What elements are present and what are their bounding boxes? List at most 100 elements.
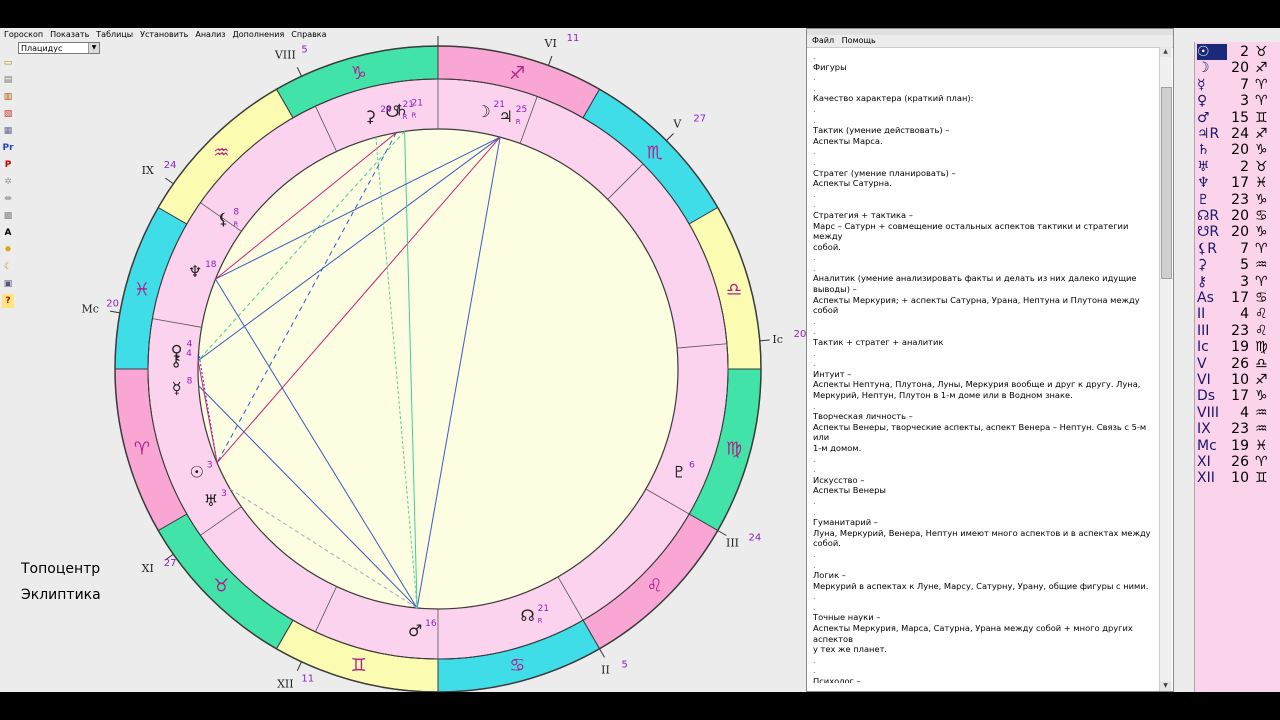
scroll-down-icon[interactable]: ▼ (1160, 681, 1171, 691)
text-line: . (813, 252, 816, 263)
text-line: . (813, 400, 816, 411)
scroll-up-icon[interactable]: ▲ (1160, 47, 1171, 57)
planet-sign: ♉ (1255, 44, 1268, 60)
planet-table-row[interactable]: ♀ 3 ♈ (1195, 93, 1280, 109)
planet-sign: ♈ (1255, 76, 1268, 93)
planet-glyph: ⚷ (1197, 273, 1208, 290)
chart-planet-glyph[interactable]: ☉ (190, 462, 204, 481)
planet-table-row[interactable]: Mc 19 ♓ (1195, 438, 1280, 454)
planet-table-row[interactable]: ♅ 2 ♉ (1195, 159, 1280, 175)
chart-planet-glyph[interactable]: ☿ (172, 378, 182, 397)
text-line: Интуит – (813, 368, 852, 379)
cusp-tick (666, 133, 674, 141)
planet-table-row[interactable]: ☊R 20 ♋ (1195, 208, 1280, 224)
chart-planet-degree: 24 (380, 105, 392, 115)
zodiac-sign-glyph: ♋ (509, 655, 525, 676)
cusp-tick (296, 661, 302, 672)
planet-table-row[interactable]: VI 10 ♐ (1195, 372, 1280, 388)
chart-planet-glyph[interactable]: ⚷ (170, 351, 182, 370)
planet-sign: ♑ (1255, 142, 1268, 159)
planet-table-row[interactable]: V 26 ♎ (1195, 356, 1280, 372)
planet-degree: 7 (1240, 240, 1249, 257)
planet-table-row[interactable]: As 17 ♋ (1195, 290, 1280, 306)
planet-degree: 23 (1231, 322, 1249, 339)
planet-table-row[interactable]: ♇ 23 ♑ (1195, 192, 1280, 208)
house-cusp-label: II (601, 664, 610, 677)
cusp-tick (109, 310, 120, 314)
planet-table-row[interactable]: Ic 19 ♍ (1195, 339, 1280, 355)
menu-help[interactable]: Помощь (842, 36, 876, 45)
chart-planet-glyph[interactable]: ♂ (408, 621, 422, 640)
chart-planet-glyph[interactable]: ⚳ (364, 107, 376, 126)
text-line: . (813, 358, 816, 369)
chart-planet-glyph[interactable]: ♆ (188, 262, 202, 281)
planet-degree: 15 (1231, 109, 1249, 126)
text-line: Меркурий в аспектах к Луне, Марсу, Сатур… (813, 580, 1149, 591)
planet-glyph: ♅ (1197, 158, 1210, 175)
text-line: Аспекты Венеры, творческие аспекты, аспе… (813, 421, 1147, 443)
planet-table-row[interactable]: ♃R 24 ♐ (1195, 126, 1280, 142)
planet-sign: ♐ (1255, 126, 1268, 142)
chart-planet-glyph[interactable]: ♅ (204, 491, 218, 510)
text-line: . (813, 559, 816, 570)
planet-degree: 2 (1240, 44, 1249, 60)
scrollbar-thumb[interactable] (1161, 87, 1172, 279)
planet-sign: ♎ (1255, 355, 1268, 372)
chart-planet-glyph[interactable]: ☊ (520, 606, 534, 625)
text-line: Луна, Меркурий, Венера, Нептун имеют мно… (813, 527, 1151, 549)
planet-table-row[interactable]: ♆ 17 ♓ (1195, 175, 1280, 191)
zodiac-sign-glyph: ♑ (351, 63, 367, 84)
retrograde-mark: R (538, 617, 543, 625)
zodiac-sign-glyph: ♍ (726, 438, 742, 459)
planet-sign: ♈ (1255, 240, 1268, 257)
planet-table-row[interactable]: VIII 4 ♒ (1195, 405, 1280, 421)
chart-planet-glyph[interactable]: ⚸ (218, 210, 230, 229)
text-line: Аспекты Меркурия, Марса, Сатурна, Урана … (813, 623, 1133, 644)
planet-table-row[interactable]: ☋R 20 ♑ (1195, 224, 1280, 240)
natal-chart-wheel[interactable]: ♑♐♏♎♍♌♋♊♉♈♓♒Ds18VI11V27Ic20III24II5As18X… (0, 28, 806, 692)
house-cusp-label: Ic (772, 333, 783, 346)
planet-glyph: ♀ (1197, 93, 1208, 110)
zodiac-sign-glyph: ♏ (647, 142, 663, 163)
planet-table-row[interactable]: Ds 17 ♑ (1195, 388, 1280, 404)
cusp-tick (548, 55, 553, 66)
planet-degree: 17 (1231, 175, 1249, 192)
vertical-scrollbar[interactable]: ▲ ▼ (1159, 47, 1172, 691)
planet-degree: 17 (1231, 388, 1249, 405)
chart-planet-glyph[interactable]: ♇ (672, 462, 686, 481)
planet-sign: ♊ (1255, 470, 1268, 487)
planet-table-row[interactable]: ☽ 20 ♐ (1195, 60, 1280, 76)
chart-planet-glyph[interactable]: ☽ (476, 102, 490, 121)
astrology-app-window: Гороскоп Показать Таблицы Установить Анализ Д… (0, 28, 1280, 692)
text-line: 1-м домом. (813, 442, 862, 453)
text-line: . (813, 188, 816, 199)
text-line: . (813, 665, 816, 676)
planet-table-row[interactable]: XI 26 ♈ (1195, 454, 1280, 470)
planet-table-row[interactable]: IX 23 ♒ (1195, 421, 1280, 437)
house-cusp-degree: 5 (301, 45, 307, 56)
text-line: Точные науки – (813, 612, 881, 623)
planet-glyph: ♆ (1197, 175, 1210, 192)
planet-table-row[interactable]: ♂ 15 ♊ (1195, 110, 1280, 126)
planet-table-row[interactable]: ♄ 20 ♑ (1195, 142, 1280, 158)
planet-table-row[interactable]: XII 10 ♊ (1195, 470, 1280, 486)
house-cusp-label: XI (142, 562, 154, 575)
chart-planet-glyph[interactable]: ♃ (499, 107, 513, 126)
chart-planet-degree: 25 (516, 105, 527, 115)
retrograde-mark: R (412, 112, 417, 120)
cusp-tick (296, 66, 302, 77)
planet-table-row[interactable]: ⚸R 7 ♈ (1195, 241, 1280, 257)
planet-glyph: ⚸R (1197, 240, 1217, 257)
text-line: Психолог – (813, 676, 861, 683)
planet-table-row[interactable]: III 23 ♌ (1195, 323, 1280, 339)
planet-table-row[interactable]: ☉ 2 ♉ (1195, 44, 1280, 60)
planet-table-row[interactable]: ⚳ 5 ♒ (1195, 257, 1280, 273)
menu-file[interactable]: Файл (812, 36, 834, 45)
planet-glyph: ♂ (1197, 109, 1210, 126)
planet-table-row[interactable]: ☿ 7 ♈ (1195, 77, 1280, 93)
planet-table-row[interactable]: ⚷ 3 ♈ (1195, 274, 1280, 290)
planet-degree: 7 (1240, 76, 1249, 93)
planet-degree: 23 (1231, 421, 1249, 438)
text-line: Тактик + стратег + аналитик (813, 337, 944, 348)
planet-table-row[interactable]: II 4 ♌ (1195, 306, 1280, 322)
